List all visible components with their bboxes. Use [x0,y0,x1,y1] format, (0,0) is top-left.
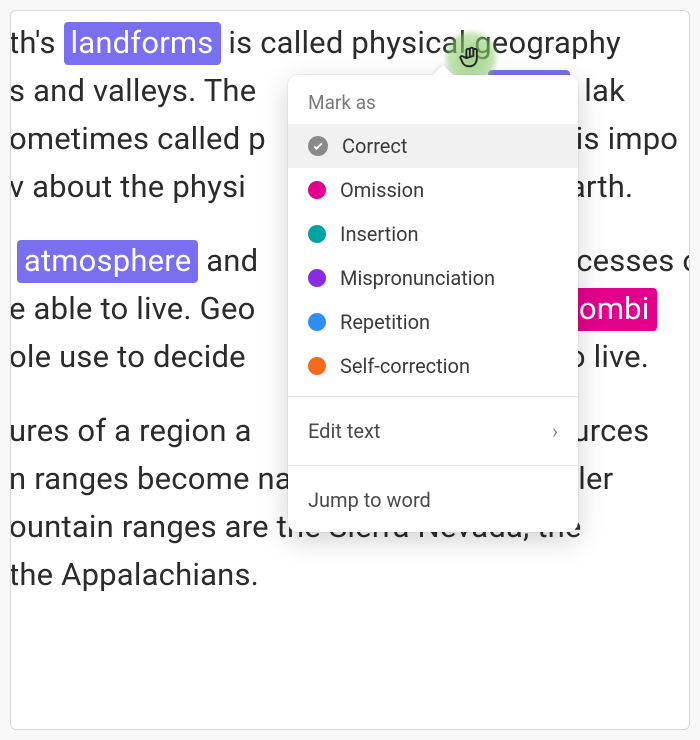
highlighted-word[interactable]: landforms [64,22,221,65]
dot-icon [308,181,326,199]
check-icon [308,136,328,156]
chevron-right-icon: › [552,419,558,443]
menu-item-label: Repetition [340,310,430,334]
mark-repetition[interactable]: Repetition [288,300,578,344]
highlighted-word[interactable]: atmosphere [17,240,198,283]
menu-item-label: Insertion [340,222,419,246]
mark-insertion[interactable]: Insertion [288,212,578,256]
dot-icon [308,269,326,287]
menu-divider [288,465,578,466]
menu-item-label: Mispronunciation [340,266,495,290]
dot-icon [308,225,326,243]
mark-omission[interactable]: Omission [288,168,578,212]
reading-review-panel: th's landforms is called physical geogra… [10,10,690,730]
mark-correct[interactable]: Correct [288,124,578,168]
menu-item-label: Self-correction [340,354,470,378]
jump-to-word-action[interactable]: Jump to word [288,474,578,526]
edit-text-action[interactable]: Edit text › [288,405,578,457]
menu-header: Mark as [288,85,578,124]
menu-action-label: Jump to word [308,488,431,512]
mark-self-correction[interactable]: Self-correction [288,344,578,388]
dot-icon [308,357,326,375]
menu-divider [288,396,578,397]
menu-item-label: Correct [342,134,407,158]
menu-item-label: Omission [340,178,424,202]
mark-mispronunciation[interactable]: Mispronunciation [288,256,578,300]
dot-icon [308,313,326,331]
menu-action-label: Edit text [308,419,380,443]
mark-as-menu: Mark as Correct Omission Insertion Mispr… [288,75,578,532]
